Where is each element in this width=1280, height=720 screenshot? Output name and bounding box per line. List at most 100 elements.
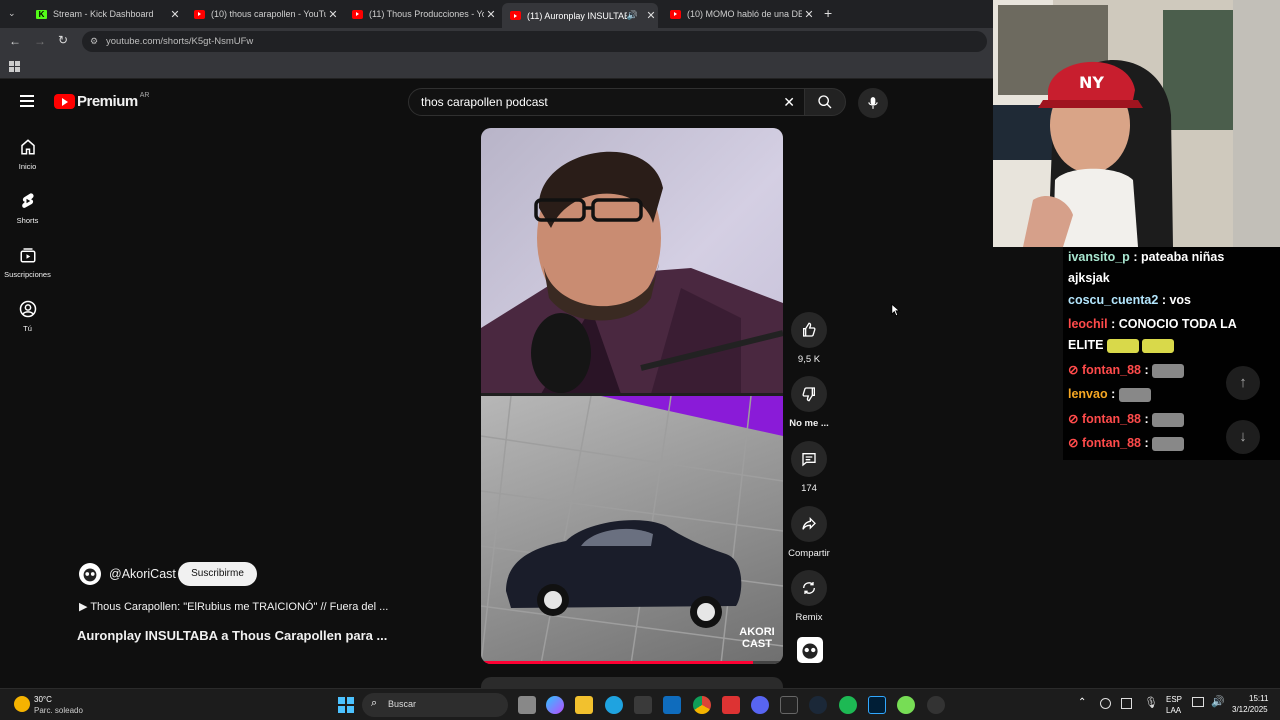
chat-username: fontan_88	[1081, 412, 1142, 426]
apps-grid-icon[interactable]	[9, 61, 20, 72]
discord-icon[interactable]	[751, 696, 769, 714]
remix-button[interactable]: Remix	[786, 570, 832, 623]
nav-you[interactable]: Tú	[0, 300, 55, 333]
clock-date[interactable]: 3/12/2025	[1232, 705, 1268, 714]
browser-tab-bar: ⌄ Stream - Kick Dashboard ✕ (10) thous c…	[0, 0, 993, 28]
search-value: thos carapollen podcast	[421, 95, 548, 109]
avatar-icon	[83, 568, 97, 582]
clock-time[interactable]: 15:11	[1249, 694, 1268, 703]
tab-momo[interactable]: (10) MOMO habló de una DELI ✕	[662, 3, 816, 25]
close-icon[interactable]: ✕	[484, 8, 498, 21]
network-icon[interactable]	[1192, 697, 1204, 707]
menu-icon[interactable]	[20, 95, 34, 107]
start-button[interactable]	[338, 697, 354, 713]
short-title[interactable]: Auronplay INSULTABA a Thous Carapollen p…	[77, 628, 387, 643]
playlist-link[interactable]: ▶ Thous Carapollen: "ElRubius me TRAICIO…	[79, 600, 388, 613]
store-icon[interactable]	[634, 696, 652, 714]
windows-taskbar: 30°C Parc. soleado ⌕ Buscar ⌃ 🎙 ESP LAA …	[0, 688, 1280, 720]
microphone-icon[interactable]: 🎙	[1144, 696, 1158, 709]
comments-button[interactable]: 174	[786, 441, 832, 494]
subscribe-button[interactable]: Suscribirme	[178, 562, 257, 586]
taskbar-search[interactable]: ⌕ Buscar	[362, 693, 508, 717]
bookmarks-bar	[0, 55, 993, 79]
channel-avatar[interactable]	[79, 563, 101, 585]
short-video-player[interactable]: AKORI CAST	[481, 128, 783, 664]
chat-text: :	[1111, 387, 1116, 401]
tray-icon[interactable]	[1121, 698, 1132, 709]
like-count: 9,5 K	[797, 354, 821, 365]
url-field[interactable]: ⚙ youtube.com/shorts/K5gt-NsmUFw	[82, 31, 987, 52]
copilot-icon[interactable]	[546, 696, 564, 714]
task-view-icon[interactable]	[518, 696, 536, 714]
photoshop-icon[interactable]	[868, 696, 886, 714]
tab-title: Stream - Kick Dashboard	[53, 9, 154, 19]
forward-icon[interactable]: →	[34, 34, 46, 48]
nav-shorts[interactable]: Shorts	[0, 192, 55, 225]
channel-logo-icon	[802, 643, 818, 659]
close-icon[interactable]: ✕	[802, 8, 816, 21]
chevron-up-icon[interactable]: ⌃	[1078, 697, 1086, 708]
voice-search-button[interactable]	[858, 88, 888, 118]
tab-kick-dashboard[interactable]: Stream - Kick Dashboard ✕	[28, 3, 182, 25]
chat-username: leochil	[1068, 317, 1108, 331]
site-info-icon[interactable]: ⚙	[90, 31, 98, 52]
search-button[interactable]	[804, 88, 846, 116]
nav-home[interactable]: Inicio	[0, 138, 55, 171]
chrome-icon[interactable]	[693, 696, 711, 714]
tab-auronplay[interactable]: (11) Auronplay INSULTABA 🔊 ✕	[502, 3, 658, 28]
app-icon[interactable]	[722, 696, 740, 714]
tray-icon[interactable]	[1100, 698, 1111, 709]
reload-icon[interactable]: ↻	[58, 33, 68, 47]
youtube-icon	[194, 9, 205, 19]
tab-thous-carapollen[interactable]: (10) thous carapollen - YouTube ✕	[186, 3, 340, 25]
volume-icon[interactable]: 🔊	[1211, 695, 1225, 708]
progress-bar[interactable]	[481, 661, 783, 664]
youtube-logo[interactable]: Premium AR	[54, 92, 149, 110]
scroll-down-button[interactable]: ↓	[1226, 420, 1260, 454]
language-indicator-2: LAA	[1166, 706, 1182, 715]
clear-search-icon[interactable]: ✕	[783, 89, 795, 115]
close-icon[interactable]: ✕	[644, 9, 658, 22]
sound-avatar[interactable]	[797, 637, 823, 663]
obs-icon[interactable]	[927, 696, 945, 714]
nav-subscriptions[interactable]: Suscripciones	[0, 246, 55, 279]
chat-text: :	[1144, 363, 1149, 377]
speaker-icon[interactable]: 🔊	[627, 10, 638, 21]
share-button[interactable]: Compartir	[786, 506, 832, 559]
steam-icon[interactable]	[809, 696, 827, 714]
spotify-icon[interactable]	[839, 696, 857, 714]
weather-widget[interactable]: 30°C Parc. soleado	[12, 692, 102, 718]
edge-icon[interactable]	[605, 696, 623, 714]
language-indicator[interactable]: ESP	[1166, 695, 1182, 704]
channel-name[interactable]: @AkoriCast	[109, 567, 176, 581]
tab-title: (10) thous carapollen - YouTube	[211, 9, 326, 19]
emote-icon	[1152, 436, 1185, 451]
scroll-up-button[interactable]: ↑	[1226, 366, 1260, 400]
nav-label: Suscripciones	[4, 270, 51, 279]
progress-fill	[481, 661, 753, 664]
back-icon[interactable]: ←	[9, 34, 21, 48]
youtube-page: Premium AR Inicio Shorts Suscripciones T…	[0, 80, 993, 697]
dislike-label: No me ...	[789, 418, 829, 429]
emote-icon	[1118, 387, 1151, 402]
close-icon[interactable]: ✕	[168, 8, 182, 21]
weather-desc: Parc. soleado	[34, 706, 83, 715]
share-icon	[802, 517, 816, 530]
chat-username: fontan_88	[1081, 436, 1142, 450]
webcam-image: NY	[993, 0, 1280, 247]
dislike-button[interactable]: No me ...	[786, 376, 832, 429]
new-tab-icon[interactable]: +	[824, 5, 832, 21]
weather-temp: 30°C	[34, 695, 52, 704]
close-icon[interactable]: ✕	[326, 8, 340, 21]
search-input[interactable]: thos carapollen podcast ✕	[408, 88, 806, 116]
app-icon[interactable]	[897, 696, 915, 714]
chat-text: : vos	[1161, 293, 1191, 307]
badge-icon: ⊘	[1068, 363, 1079, 377]
outlook-icon[interactable]	[663, 696, 681, 714]
file-explorer-icon[interactable]	[575, 696, 593, 714]
like-button[interactable]: 9,5 K	[786, 312, 832, 365]
app-icon[interactable]	[780, 696, 798, 714]
tab-search-icon[interactable]: ⌄	[8, 8, 20, 20]
shorts-icon	[21, 193, 34, 208]
tab-thous-producciones[interactable]: (11) Thous Producciones - YouTube ✕	[344, 3, 498, 25]
